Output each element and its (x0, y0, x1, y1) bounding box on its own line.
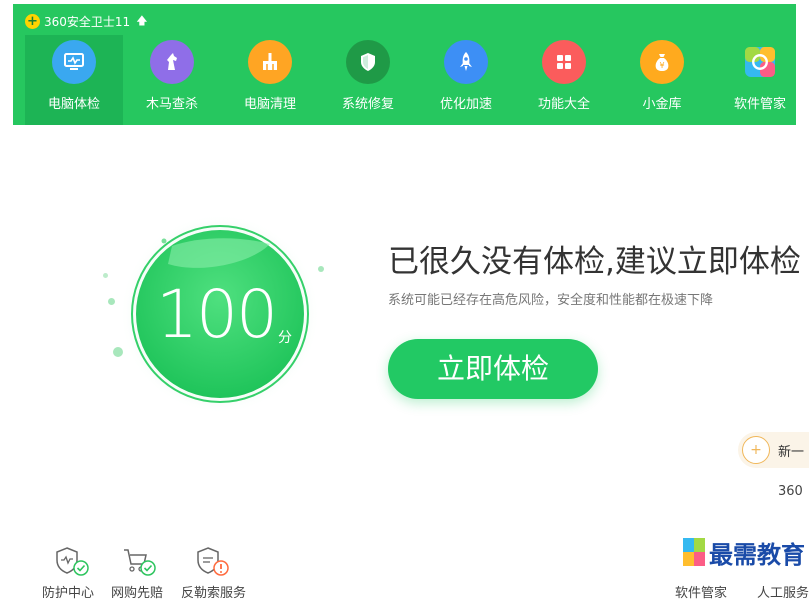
protection-center-button[interactable] (38, 546, 108, 578)
grid-icon (542, 40, 586, 84)
shield-plus-icon: + (742, 436, 770, 464)
tab-label: 小金库 (642, 97, 682, 112)
app-title: + 360安全卫士11 🡅 (25, 12, 148, 31)
score-value: 100 (156, 276, 278, 353)
anti-ransom-service-label: 反勒索服务 (181, 586, 247, 601)
shield-alert-icon (197, 547, 229, 576)
software-manager-label: 软件管家 (675, 586, 728, 601)
broom-icon (248, 40, 292, 84)
tab-label: 电脑体检 (47, 97, 100, 112)
tab-label: 功能大全 (537, 97, 590, 112)
money-bag-icon: ¥ (640, 40, 684, 84)
start-checkup-button[interactable]: 立即体检 (388, 339, 598, 399)
tab-optimize-speed[interactable]: 优化加速 (417, 35, 515, 125)
protection-center-label: 防护中心 (42, 586, 95, 601)
software-manager-icon (738, 40, 782, 84)
monitor-pulse-icon (52, 40, 96, 84)
svg-text:¥: ¥ (659, 61, 664, 70)
new-feature-pill[interactable]: + 新一 (738, 432, 809, 468)
tab-label: 电脑清理 (243, 97, 296, 112)
tab-trojan-scan[interactable]: 木马查杀 (123, 35, 221, 125)
main-tabs: 电脑体检 木马查杀 电脑清理 系统修复 优化加速 功能大全 ¥ 小金库 软件管家 (13, 35, 796, 125)
tab-label: 软件管家 (733, 97, 786, 112)
tab-label: 木马查杀 (145, 97, 198, 112)
shopping-compensation-label: 网购先赔 (111, 586, 164, 601)
watermark-text: 最需教育 (709, 540, 805, 569)
rocket-icon (444, 40, 488, 84)
decor-dot (108, 298, 115, 305)
watermark: 最需教育 (681, 535, 805, 570)
cart-check-icon (124, 549, 156, 576)
anti-ransom-service-button[interactable] (179, 546, 249, 578)
tab-computer-checkup[interactable]: 电脑体检 (25, 35, 123, 125)
shopping-compensation-button[interactable] (103, 546, 173, 578)
top-navigation-bar: + 360安全卫士11 🡅 电脑体检 木马查杀 电脑清理 系统修复 优化加速 功… (13, 4, 796, 125)
tab-small-vault[interactable]: ¥ 小金库 (613, 35, 711, 125)
manual-service-label: 人工服务 (757, 586, 809, 601)
tab-label: 系统修复 (341, 97, 394, 112)
tab-software-manager[interactable]: 软件管家 (711, 35, 809, 125)
tab-computer-cleanup[interactable]: 电脑清理 (221, 35, 319, 125)
score-dial[interactable]: 100 分 (120, 214, 324, 414)
decor-dot (103, 273, 108, 278)
decor-dot (318, 266, 324, 272)
tab-system-repair[interactable]: 系统修复 (319, 35, 417, 125)
checkup-headline: 已很久没有体检,建议立即体检 (388, 244, 801, 280)
tab-all-features[interactable]: 功能大全 (515, 35, 613, 125)
upgrade-arrow-icon[interactable]: 🡅 (136, 12, 147, 31)
horse-icon (150, 40, 194, 84)
tab-label: 优化加速 (439, 97, 492, 112)
decor-dot (113, 347, 123, 357)
watermark-logo-icon (683, 537, 705, 566)
shield-check-icon (56, 547, 89, 576)
version-text: 360 (778, 484, 803, 499)
360-logo-icon: + (25, 14, 40, 29)
app-title-text: 360安全卫士11 (44, 15, 131, 29)
checkup-subline: 系统可能已经存在高危风险，安全度和性能都在极速下降 (388, 293, 714, 308)
shield-icon (346, 40, 390, 84)
new-feature-text: 新一 (778, 445, 805, 460)
score-unit: 分 (278, 330, 292, 346)
